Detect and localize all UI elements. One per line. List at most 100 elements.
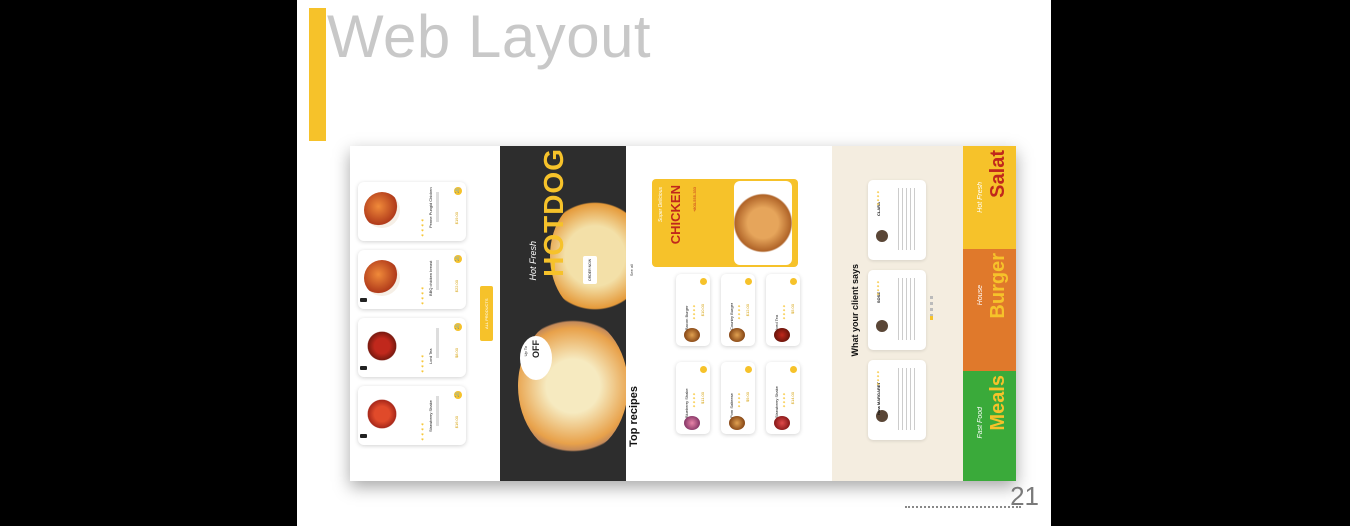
recipe-card[interactable]: Strawberry Shake ★★★★ $14.00 <box>766 362 800 434</box>
product-image <box>364 328 400 364</box>
product-description <box>436 260 439 290</box>
recipe-price: $10.00 <box>700 304 705 317</box>
cart-icon[interactable] <box>790 366 797 373</box>
testimonial-text <box>898 278 918 340</box>
cart-icon[interactable]: 🛒 <box>454 255 462 263</box>
rating-stars-icon: ★★★★ <box>876 190 880 206</box>
recipe-price: $12.00 <box>745 304 750 317</box>
recipes-panel: Super Delicious CHICKEN +800-555-333 See… <box>626 146 832 481</box>
rating-stars-icon: ★★★★ <box>420 286 425 306</box>
recipe-price: $9.00 <box>745 392 750 403</box>
product-price: $16.00 <box>454 416 459 429</box>
product-description <box>436 328 439 358</box>
product-price: $8.00 <box>454 348 459 359</box>
recipe-card[interactable]: Pom Salteese ★★★★ $9.00 <box>721 362 755 434</box>
recipe-name: Pom Salteese <box>729 393 734 418</box>
rating-stars-icon: ★★★★ <box>420 354 425 374</box>
promo-title: CHICKEN <box>668 185 683 245</box>
recipe-card[interactable]: Iced Tea ★★★★ $5.00 <box>766 274 800 346</box>
all-products-button[interactable]: ALL PRODUCTS <box>480 286 493 341</box>
testimonial-card: CLARA ★★★★ <box>868 180 926 260</box>
cart-icon[interactable]: 🛒 <box>454 187 462 195</box>
promo-burger-image <box>734 181 792 265</box>
category-label: Burger <box>987 253 1009 319</box>
testimonial-card: Nina MARGARET ★★★★ <box>868 360 926 440</box>
discount-label: OFF <box>531 340 541 358</box>
recipe-image <box>729 416 745 430</box>
testimonials-panel: What your client says CLARA ★★★★ SOSE ★★… <box>832 146 963 481</box>
rating-stars-icon: ★★★★ <box>737 304 741 320</box>
product-card[interactable]: ★★★★ Strawberry Shake $16.00 🛒 <box>358 386 466 445</box>
recipe-name: Bacon Burger <box>684 305 689 330</box>
category-strip-meals[interactable]: Fast Food Meals <box>963 371 1016 481</box>
cart-icon[interactable] <box>700 278 707 285</box>
product-description <box>436 192 439 222</box>
product-card[interactable]: ★★★★ Penne Pungid Chicken $19.00 🛒 <box>358 182 466 241</box>
promo-phone: +800-555-333 <box>692 187 697 213</box>
cart-icon[interactable] <box>745 278 752 285</box>
promo-tagline: Super Delicious <box>658 187 664 223</box>
category-label: Salat <box>987 150 1009 198</box>
testimonial-text <box>898 188 918 250</box>
product-card[interactable]: ★★★★ Lord Tea $8.00 🛒 <box>358 318 466 377</box>
category-strip-burger[interactable]: House Burger <box>963 249 1016 371</box>
rating-stars-icon: ★★★★ <box>420 422 425 442</box>
recipe-price: $14.00 <box>790 392 795 405</box>
page-number: 21 <box>1010 481 1039 511</box>
category-tagline: Fast Food <box>977 407 984 439</box>
new-tag <box>360 298 367 302</box>
recipe-image <box>774 328 790 342</box>
see-all-link[interactable]: See all <box>629 264 634 276</box>
cart-icon[interactable]: 🛒 <box>454 323 462 331</box>
avatar <box>876 230 888 242</box>
rating-stars-icon: ★★★★ <box>876 370 880 386</box>
testimonial-card: SOSE ★★★★ <box>868 270 926 350</box>
testimonial-text <box>898 368 918 430</box>
rating-stars-icon: ★★★★ <box>692 304 696 320</box>
recipe-name: Country Burger <box>729 302 734 330</box>
active-dot[interactable] <box>930 316 933 320</box>
recipe-card[interactable]: Country Burger ★★★★ $12.00 <box>721 274 755 346</box>
recipe-image <box>684 416 700 430</box>
client-name: Nina MARGARET <box>876 382 881 415</box>
page-number-leader <box>905 506 1021 508</box>
recipe-card[interactable]: Blueberry Shake ★★★★ $11.00 <box>676 362 710 434</box>
cart-icon[interactable] <box>700 366 707 373</box>
rating-stars-icon: ★★★★ <box>782 304 786 320</box>
category-strip-salat[interactable]: Hot Fresh Salat <box>963 146 1016 249</box>
cart-icon[interactable] <box>745 366 752 373</box>
discount-badge: Up To OFF <box>520 336 552 380</box>
rating-stars-icon: ★★★★ <box>876 280 880 296</box>
category-tagline: Hot Fresh <box>977 182 984 213</box>
rating-stars-icon: ★★★★ <box>782 392 786 408</box>
cart-icon[interactable] <box>790 278 797 285</box>
product-image <box>364 396 400 432</box>
recipe-price: $11.00 <box>700 392 705 404</box>
cart-icon[interactable]: 🛒 <box>454 391 462 399</box>
recipe-name: Strawberry Shake <box>774 386 779 418</box>
hero-panel: HOTDOG Hot Fresh ORDER NOW Up To OFF <box>500 146 626 481</box>
promo-banner[interactable]: Super Delicious CHICKEN +800-555-333 <box>652 179 798 267</box>
product-name: BBQ chicken breast <box>428 260 433 296</box>
product-name: Penne Pungid Chicken <box>428 187 433 228</box>
products-panel: ★★★★ Penne Pungid Chicken $19.00 🛒 ★★★★ … <box>350 146 500 481</box>
product-name: Lord Tea <box>428 348 433 365</box>
product-price: $19.00 <box>454 212 459 225</box>
product-card[interactable]: ★★★★ BBQ chicken breast $22.00 🛒 <box>358 250 466 309</box>
rating-stars-icon: ★★★★ <box>420 218 425 238</box>
recipe-image <box>774 416 790 430</box>
recipe-card[interactable]: Bacon Burger ★★★★ $10.00 <box>676 274 710 346</box>
recipe-image <box>729 328 745 342</box>
slide: Web Layout ★★★★ Penne Pungid Chicken $19… <box>297 0 1051 526</box>
title-accent-bar <box>309 8 326 141</box>
recipe-image <box>684 328 700 342</box>
category-label: Meals <box>987 375 1009 431</box>
recipe-name: Iced Tea <box>774 314 779 330</box>
product-description <box>436 396 439 426</box>
rating-stars-icon: ★★★★ <box>692 392 696 408</box>
hero-tagline: Hot Fresh <box>528 241 538 281</box>
top-recipes-title: Top recipes <box>628 386 640 447</box>
carousel-dots[interactable] <box>930 296 933 320</box>
order-now-button[interactable]: ORDER NOW <box>583 256 597 284</box>
product-image <box>364 192 400 228</box>
